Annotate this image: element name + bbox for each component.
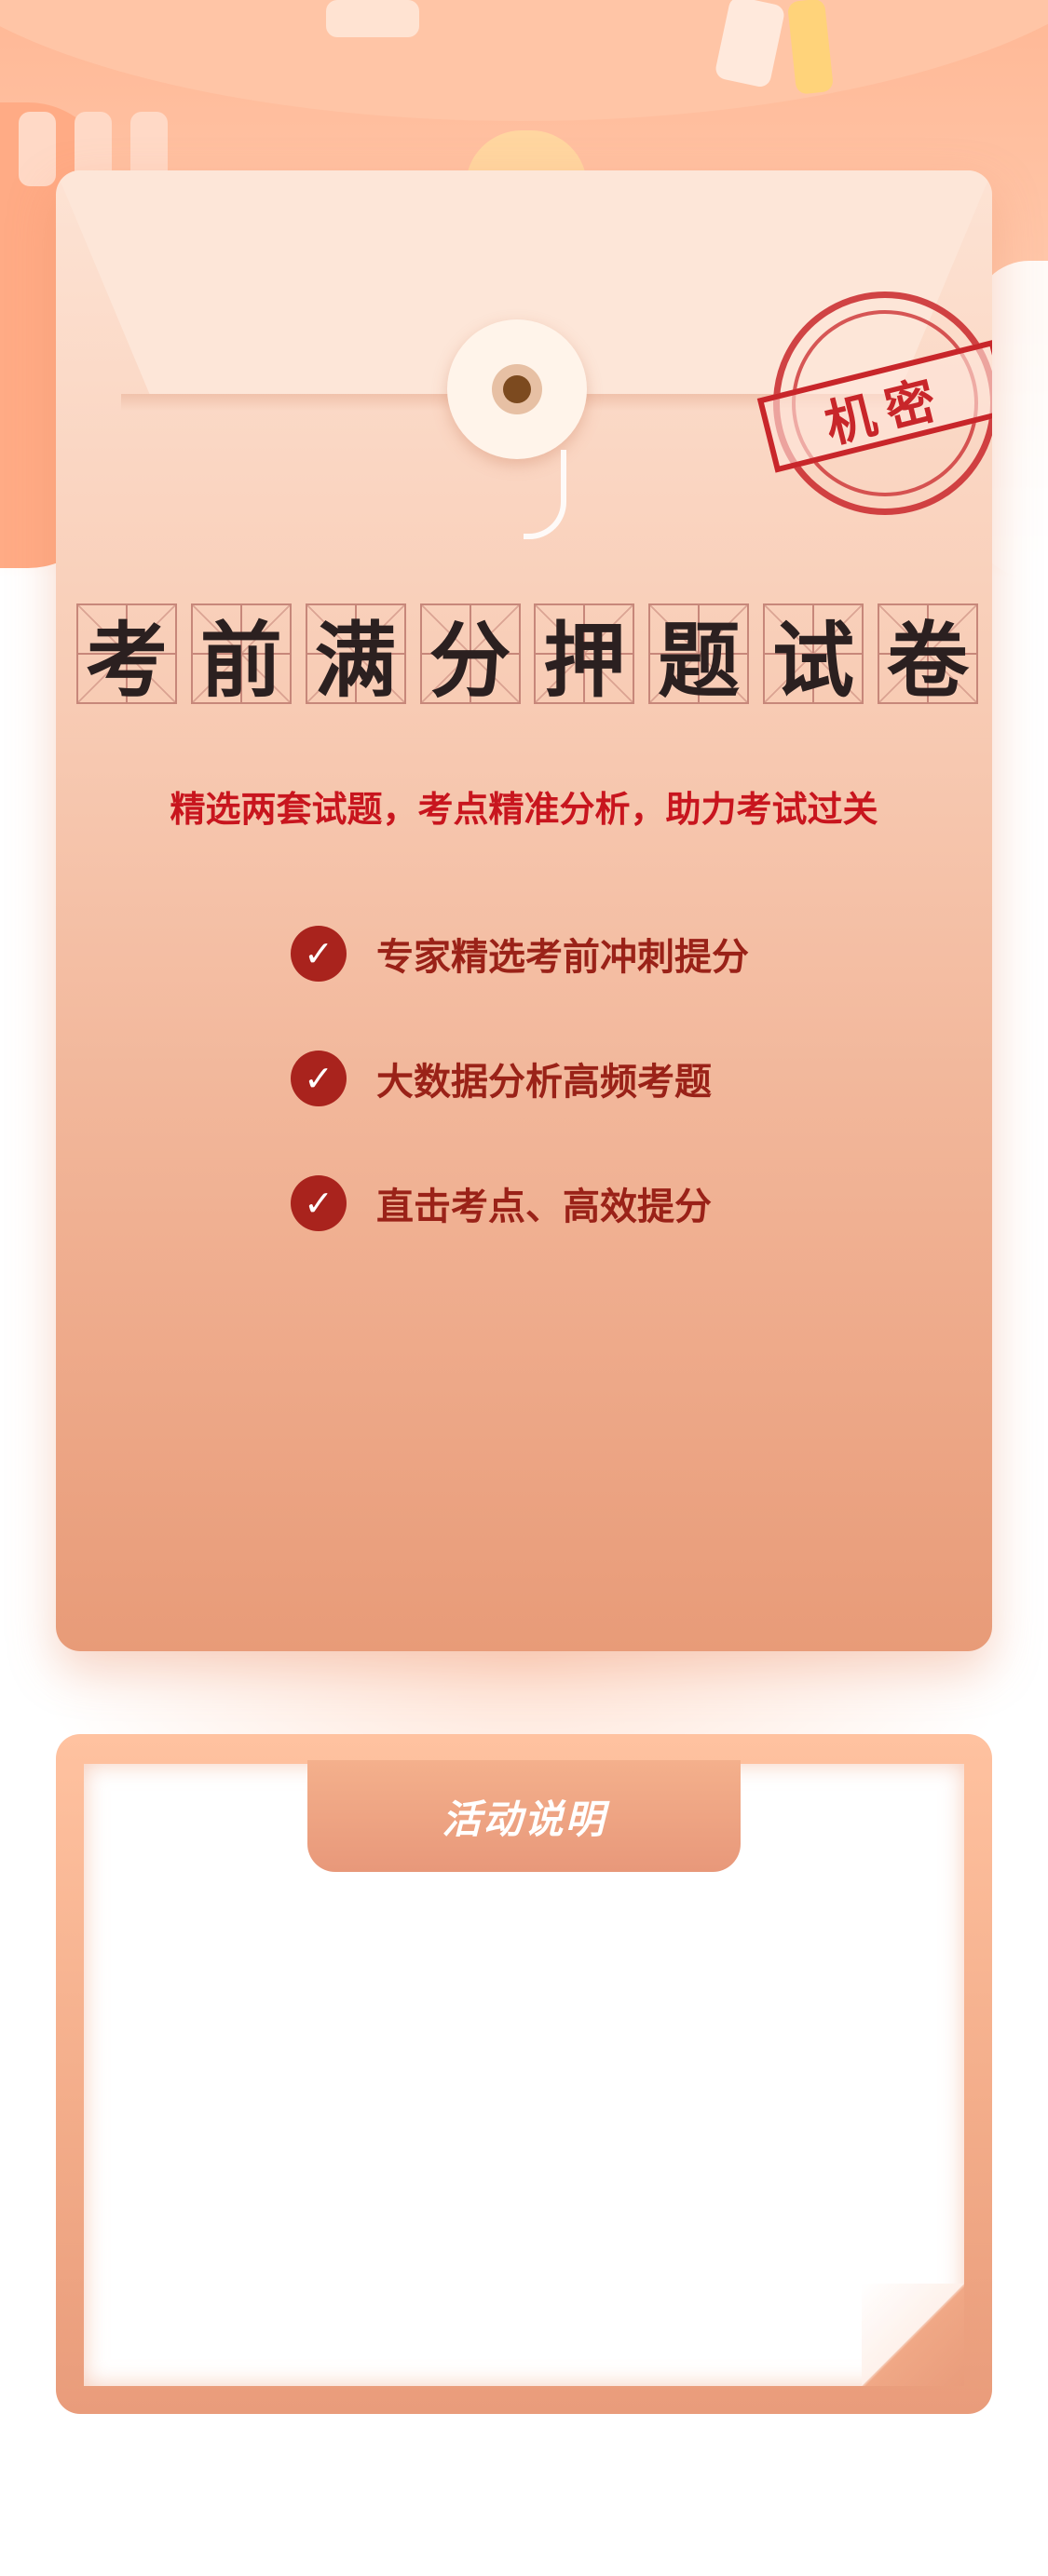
envelope-clasp-icon: [447, 319, 587, 459]
title-char: 试: [763, 603, 864, 709]
title-char: 前: [190, 603, 292, 709]
feature-item: ✓ 专家精选考前冲刺提分: [291, 926, 850, 982]
chat-bubble-icon: [326, 0, 419, 37]
check-circle-icon: ✓: [291, 926, 347, 982]
subtitle: 精选两套试题，考点精准分析，助力考试过关: [170, 788, 878, 830]
feature-list: ✓ 专家精选考前冲刺提分 ✓ 大数据分析高频考题 ✓ 直击考点、高效提分: [291, 926, 850, 1300]
exam-envelope-card: 机密: [56, 170, 992, 1651]
title-char: 题: [648, 603, 750, 709]
feature-item: ✓ 直击考点、高效提分: [291, 1175, 850, 1231]
feature-label: 直击考点、高效提分: [376, 1185, 712, 1228]
title-char: 满: [305, 603, 406, 709]
feature-label: 专家精选考前冲刺提分: [376, 935, 749, 979]
title-char: 押: [534, 603, 635, 709]
check-circle-icon: ✓: [291, 1175, 347, 1231]
check-circle-icon: ✓: [291, 1051, 347, 1106]
clasp-inner: [492, 364, 542, 414]
feature-item: ✓ 大数据分析高频考题: [291, 1051, 850, 1106]
envelope-string: [524, 450, 566, 539]
header-wave: [0, 0, 1048, 121]
feature-label: 大数据分析高频考题: [376, 1060, 712, 1104]
title-char: 考: [76, 603, 177, 709]
title-char: 卷: [877, 603, 978, 709]
decor-books-icon: [19, 112, 56, 186]
activity-tab-title: 活动说明: [307, 1760, 741, 1872]
page-title: 考 前 满 分 押 题 试 卷: [76, 603, 978, 709]
title-char: 分: [419, 603, 521, 709]
clasp-core: [503, 375, 531, 403]
